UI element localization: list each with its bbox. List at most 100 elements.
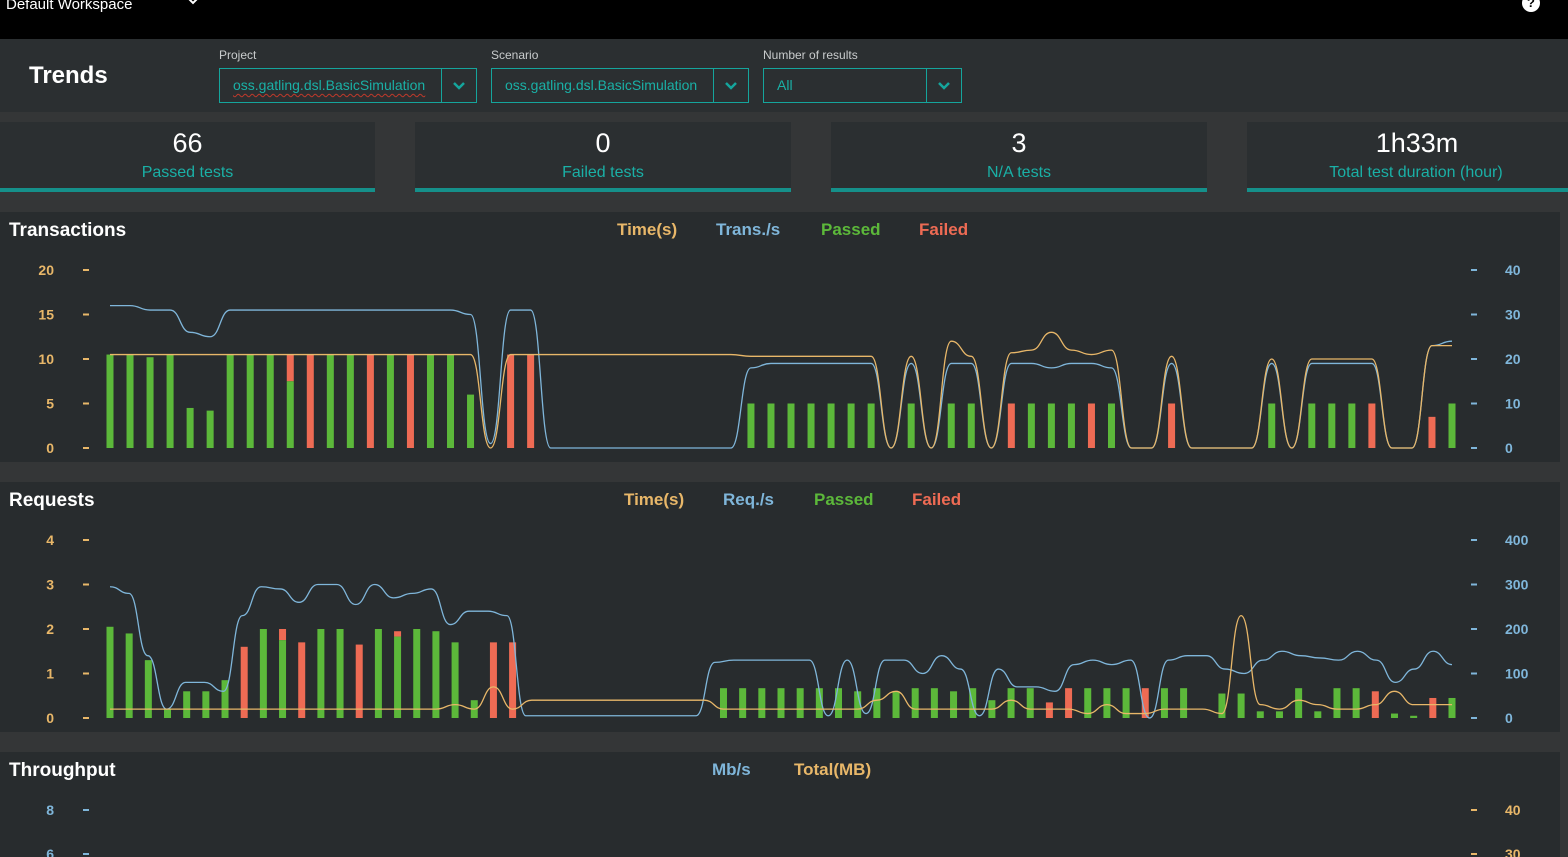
bar-passed bbox=[1333, 688, 1341, 718]
bar-passed bbox=[747, 403, 755, 448]
scenario-select[interactable]: oss.gatling.dsl.BasicSimulation bbox=[491, 68, 749, 103]
na-tests-value: 3 bbox=[1011, 128, 1027, 158]
y-right-tick-label: 10 bbox=[1505, 396, 1521, 412]
stat-card-duration: 1h33m Total test duration (hour) bbox=[1247, 122, 1568, 192]
project-dropdown-button[interactable] bbox=[441, 69, 476, 102]
bar-passed bbox=[183, 691, 191, 718]
bar-passed bbox=[1448, 403, 1456, 448]
question-icon[interactable]: ? bbox=[1522, 0, 1540, 12]
y-left-tick-label: 5 bbox=[46, 396, 54, 412]
bar-passed bbox=[259, 629, 267, 718]
workspace-name[interactable]: Default Workspace bbox=[6, 0, 132, 13]
bar-passed bbox=[930, 688, 938, 718]
bar-passed bbox=[719, 688, 727, 718]
y-right-tick-label: 300 bbox=[1505, 577, 1529, 593]
bar-passed bbox=[1007, 688, 1015, 718]
bar-passed bbox=[867, 403, 875, 448]
failed-tests-label: Failed tests bbox=[562, 164, 644, 181]
bar-failed bbox=[1087, 403, 1095, 448]
failed-tests-value: 0 bbox=[595, 128, 611, 158]
bar-passed bbox=[787, 403, 795, 448]
y-left-tick-label: 4 bbox=[46, 532, 54, 548]
bar-passed bbox=[1256, 711, 1264, 718]
y-left-tick-label: 3 bbox=[46, 577, 54, 593]
bar-passed bbox=[1026, 688, 1034, 718]
requests-panel: Requests Time(s) Req./s Passed Failed 43… bbox=[0, 482, 1560, 732]
stat-card-passed: 66 Passed tests bbox=[0, 122, 375, 192]
y-left-tick-label: 1 bbox=[46, 666, 54, 682]
bar-passed bbox=[1328, 403, 1336, 448]
bar-passed bbox=[413, 629, 421, 718]
scenario-value[interactable]: oss.gatling.dsl.BasicSimulation bbox=[492, 69, 713, 102]
bar-failed-segment bbox=[394, 631, 402, 637]
results-select[interactable]: All bbox=[763, 68, 962, 103]
bar-failed bbox=[1168, 403, 1176, 448]
y-right-tick-label: 0 bbox=[1505, 440, 1513, 456]
bar-failed bbox=[406, 354, 414, 448]
y-left-tick-label: 10 bbox=[38, 351, 54, 367]
results-dropdown-button[interactable] bbox=[926, 69, 961, 102]
bar-passed bbox=[1268, 403, 1276, 448]
bar-passed bbox=[106, 626, 114, 718]
filter-bar: Trends Project oss.gatling.dsl.BasicSimu… bbox=[0, 39, 1568, 112]
bar-passed bbox=[1237, 693, 1245, 718]
bar-passed bbox=[166, 354, 174, 448]
chevron-down-icon bbox=[453, 81, 465, 90]
bar-passed bbox=[1314, 711, 1322, 718]
y-right-tick-label: 40 bbox=[1505, 802, 1521, 818]
y-left-tick-label: 20 bbox=[38, 262, 54, 278]
bar-passed bbox=[1180, 688, 1188, 718]
duration-label: Total test duration (hour) bbox=[1329, 164, 1503, 181]
project-label: Project bbox=[219, 48, 257, 62]
passed-tests-label: Passed tests bbox=[141, 164, 234, 181]
bar-passed bbox=[1348, 403, 1356, 448]
bar-passed bbox=[947, 403, 955, 448]
stat-card-na: 3 N/A tests bbox=[831, 122, 1207, 192]
bar-passed bbox=[202, 691, 210, 718]
project-value[interactable]: oss.gatling.dsl.BasicSimulation bbox=[220, 69, 441, 102]
stat-card-failed: 0 Failed tests bbox=[415, 122, 791, 192]
top-bar: Default Workspace ? bbox=[0, 0, 1568, 39]
bar-passed bbox=[146, 357, 154, 448]
y-right-tick-label: 30 bbox=[1505, 846, 1521, 857]
bar-passed bbox=[892, 691, 900, 718]
page-title: Trends bbox=[29, 62, 108, 89]
results-label: Number of results bbox=[763, 48, 858, 62]
y-right-tick-label: 0 bbox=[1505, 710, 1513, 726]
bar-failed bbox=[366, 354, 374, 448]
bar-passed bbox=[1027, 403, 1035, 448]
bar-passed bbox=[336, 629, 344, 718]
bar-passed bbox=[1107, 403, 1115, 448]
project-select[interactable]: oss.gatling.dsl.BasicSimulation bbox=[219, 68, 477, 103]
bar-passed bbox=[767, 403, 775, 448]
bar-failed bbox=[1045, 702, 1053, 718]
bar-passed bbox=[432, 631, 440, 718]
bar-passed bbox=[1308, 403, 1316, 448]
y-left-tick-label: 0 bbox=[46, 710, 54, 726]
bar-passed bbox=[374, 629, 382, 718]
bar-passed bbox=[796, 688, 804, 718]
bar-passed bbox=[226, 354, 234, 448]
bar-passed bbox=[1410, 715, 1418, 718]
bar-passed bbox=[911, 688, 919, 718]
bar-passed bbox=[1448, 697, 1456, 718]
scenario-dropdown-button[interactable] bbox=[713, 69, 748, 102]
y-right-tick-label: 200 bbox=[1505, 621, 1529, 637]
requests-chart: 4 3 2 1 0 400 300 200 100 0 bbox=[46, 532, 1529, 726]
transactions-chart: 20151050403020100 bbox=[38, 262, 1521, 456]
y-left-tick-label: 6 bbox=[46, 846, 54, 857]
bar-failed bbox=[1368, 403, 1376, 448]
bar-passed bbox=[739, 688, 747, 718]
bar-passed bbox=[126, 354, 134, 448]
results-value[interactable]: All bbox=[764, 69, 926, 102]
y-right-tick-label: 30 bbox=[1505, 307, 1521, 323]
bar-passed-segment bbox=[279, 640, 287, 718]
chevron-down-icon[interactable] bbox=[186, 0, 200, 9]
bar-failed bbox=[527, 354, 535, 448]
bar-passed bbox=[266, 354, 274, 448]
bar-passed bbox=[1218, 693, 1226, 718]
bar-passed bbox=[847, 403, 855, 448]
bar-failed bbox=[355, 644, 363, 718]
results-filter: Number of results All bbox=[763, 48, 962, 103]
duration-value: 1h33m bbox=[1375, 128, 1459, 158]
